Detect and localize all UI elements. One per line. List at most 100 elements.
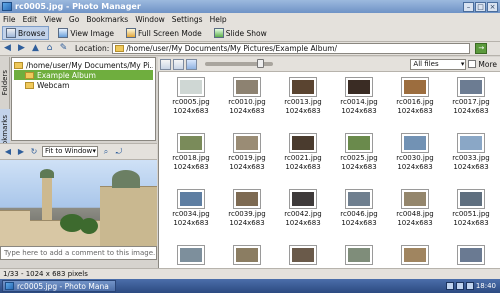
browse-button[interactable]: Browse — [2, 26, 50, 40]
thumbnail-item[interactable]: rc0019.jpg 1024x683 — [221, 133, 273, 172]
thumbnail-item[interactable]: rc0017.jpg 1024x683 — [445, 77, 497, 116]
thumbnail-item[interactable]: rc0033.jpg 1024x683 — [445, 133, 497, 172]
thumbnail-item[interactable]: rc0013.jpg 1024x683 — [277, 77, 329, 116]
next-image-icon[interactable]: ▶ — [16, 147, 26, 157]
minimize-button[interactable]: – — [463, 1, 474, 12]
app-icon — [5, 282, 14, 290]
thumbnail-item[interactable]: rc0016.jpg 1024x683 — [389, 77, 441, 116]
slide-show-button[interactable]: Slide Show — [211, 26, 270, 40]
close-button[interactable]: × — [487, 1, 498, 12]
taskbar-item[interactable]: rc0005.jpg - Photo Mana — [2, 280, 116, 292]
thumbnail-item[interactable]: rc0042.jpg 1024x683 — [277, 189, 329, 228]
zoom-icon[interactable]: ⌕ — [101, 147, 111, 157]
up-arrow-icon[interactable]: ▲ — [30, 43, 41, 54]
thumbnail-item[interactable]: rc0034.jpg 1024x683 — [165, 189, 217, 228]
more-checkbox[interactable] — [468, 60, 477, 68]
menu-edit[interactable]: Edit — [23, 15, 38, 24]
preview-tree — [80, 218, 98, 234]
tree-root[interactable]: /home/user/My Documents/My Pi... — [14, 60, 153, 70]
thumbnail-filename: rc0018.jpg — [172, 154, 210, 162]
tray-clipboard-icon[interactable] — [465, 282, 474, 290]
thumbnail-filename: rc0048.jpg — [396, 210, 434, 218]
thumbnail-item[interactable] — [277, 245, 329, 266]
thumbnail-filename: rc0014.jpg — [340, 98, 378, 106]
preview-tower-dome — [40, 169, 54, 178]
preview-cathedral-dome — [112, 170, 140, 188]
slide-show-icon — [213, 28, 224, 38]
thumbnail-item[interactable]: rc0021.jpg 1024x683 — [277, 133, 329, 172]
thumbnail-dimensions: 1024x683 — [453, 163, 489, 171]
thumbnail-size-slider[interactable] — [205, 59, 273, 68]
thumbnail-image — [401, 189, 429, 209]
thumbnail-view-icon[interactable] — [186, 58, 197, 70]
previous-image-icon[interactable]: ◀ — [3, 147, 13, 157]
thumbnail-item[interactable]: rc0046.jpg 1024x683 — [333, 189, 385, 228]
menu-window[interactable]: Window — [135, 15, 165, 24]
thumbnail-dimensions: 1024x683 — [173, 163, 209, 171]
thumbnail-dimensions: 1024x683 — [285, 219, 321, 227]
tree-root-label: /home/user/My Documents/My Pi... — [26, 60, 153, 70]
reload-icon[interactable]: ↻ — [29, 147, 39, 157]
thumbnail-item[interactable]: rc0051.jpg 1024x683 — [445, 189, 497, 228]
thumbnail-item[interactable] — [333, 245, 385, 266]
tab-folders[interactable]: Folders — [0, 59, 10, 107]
taskbar-item-label: rc0005.jpg - Photo Mana — [17, 281, 109, 291]
tray-volume-icon[interactable] — [455, 282, 464, 290]
tray-network-icon[interactable] — [445, 282, 454, 290]
slider-knob[interactable] — [257, 59, 264, 68]
thumbnail-image — [233, 77, 261, 97]
more-toggle[interactable]: More — [468, 60, 500, 69]
thumbnail-item[interactable]: rc0048.jpg 1024x683 — [389, 189, 441, 228]
back-arrow-icon[interactable]: ◀ — [2, 43, 13, 54]
thumbnail-item[interactable] — [389, 245, 441, 266]
thumbnail-item[interactable]: rc0025.jpg 1024x683 — [333, 133, 385, 172]
menu-view[interactable]: View — [44, 15, 62, 24]
image-preview[interactable] — [0, 160, 157, 246]
thumbnail-item[interactable]: rc0010.jpg 1024x683 — [221, 77, 273, 116]
thumbnail-filename: rc0034.jpg — [172, 210, 210, 218]
thumbnail-image — [345, 133, 373, 153]
tree-item-example-album[interactable]: Example Album — [14, 70, 153, 80]
taskbar: rc0005.jpg - Photo Mana 18:40 — [0, 279, 500, 293]
thumbnail-item[interactable] — [221, 245, 273, 266]
thumbnail-image — [345, 245, 373, 265]
main-toolbar: Browse View Image Full Screen Mode Slide… — [0, 25, 500, 42]
menu-bookmarks[interactable]: Bookmarks — [86, 15, 128, 24]
thumbnail-item[interactable]: rc0018.jpg 1024x683 — [165, 133, 217, 172]
comment-input[interactable]: Type here to add a comment to this image… — [0, 246, 157, 260]
thumbnail-dimensions: 1024x683 — [397, 107, 433, 115]
menu-file[interactable]: File — [3, 15, 16, 24]
browse-icon — [6, 28, 16, 38]
forward-arrow-icon[interactable]: ▶ — [16, 43, 27, 54]
thumbnail-filename: rc0039.jpg — [228, 210, 266, 218]
go-button[interactable]: → — [475, 43, 488, 54]
menu-settings[interactable]: Settings — [172, 15, 203, 24]
thumbnail-item[interactable] — [445, 245, 497, 266]
maximize-button[interactable]: □ — [475, 1, 486, 12]
thumbnail-filename: rc0025.jpg — [340, 154, 378, 162]
clear-location-icon[interactable]: ✎ — [58, 43, 69, 54]
app-icon — [2, 2, 12, 11]
view-image-button[interactable]: View Image — [55, 26, 117, 40]
zoom-select[interactable]: Fit to Window — [42, 146, 98, 157]
rotate-icon[interactable]: ⤾ — [114, 147, 124, 157]
thumbnail-item[interactable] — [165, 245, 217, 266]
thumbnail-filename: rc0013.jpg — [284, 98, 322, 106]
folder-icon — [115, 45, 125, 52]
thumbnail-item[interactable]: rc0014.jpg 1024x683 — [333, 77, 385, 116]
detail-view-icon[interactable] — [173, 58, 184, 70]
menu-go[interactable]: Go — [69, 15, 79, 24]
list-view-icon[interactable] — [160, 58, 171, 70]
location-input[interactable]: /home/user/My Documents/My Pictures/Exam… — [112, 43, 471, 54]
tree-item-webcam[interactable]: Webcam — [14, 80, 153, 90]
home-icon[interactable]: ⌂ — [44, 43, 55, 54]
full-screen-button[interactable]: Full Screen Mode — [123, 26, 205, 40]
menu-help[interactable]: Help — [210, 15, 227, 24]
thumbnail-image — [177, 189, 205, 209]
file-filter-select[interactable]: All files — [410, 58, 467, 70]
thumbnail-item[interactable]: rc0039.jpg 1024x683 — [221, 189, 273, 228]
menu-bar: File Edit View Go Bookmarks Window Setti… — [0, 13, 500, 25]
view-image-label: View Image — [70, 28, 114, 38]
thumbnail-item[interactable]: rc0005.jpg 1024x683 — [165, 77, 217, 116]
thumbnail-item[interactable]: rc0030.jpg 1024x683 — [389, 133, 441, 172]
